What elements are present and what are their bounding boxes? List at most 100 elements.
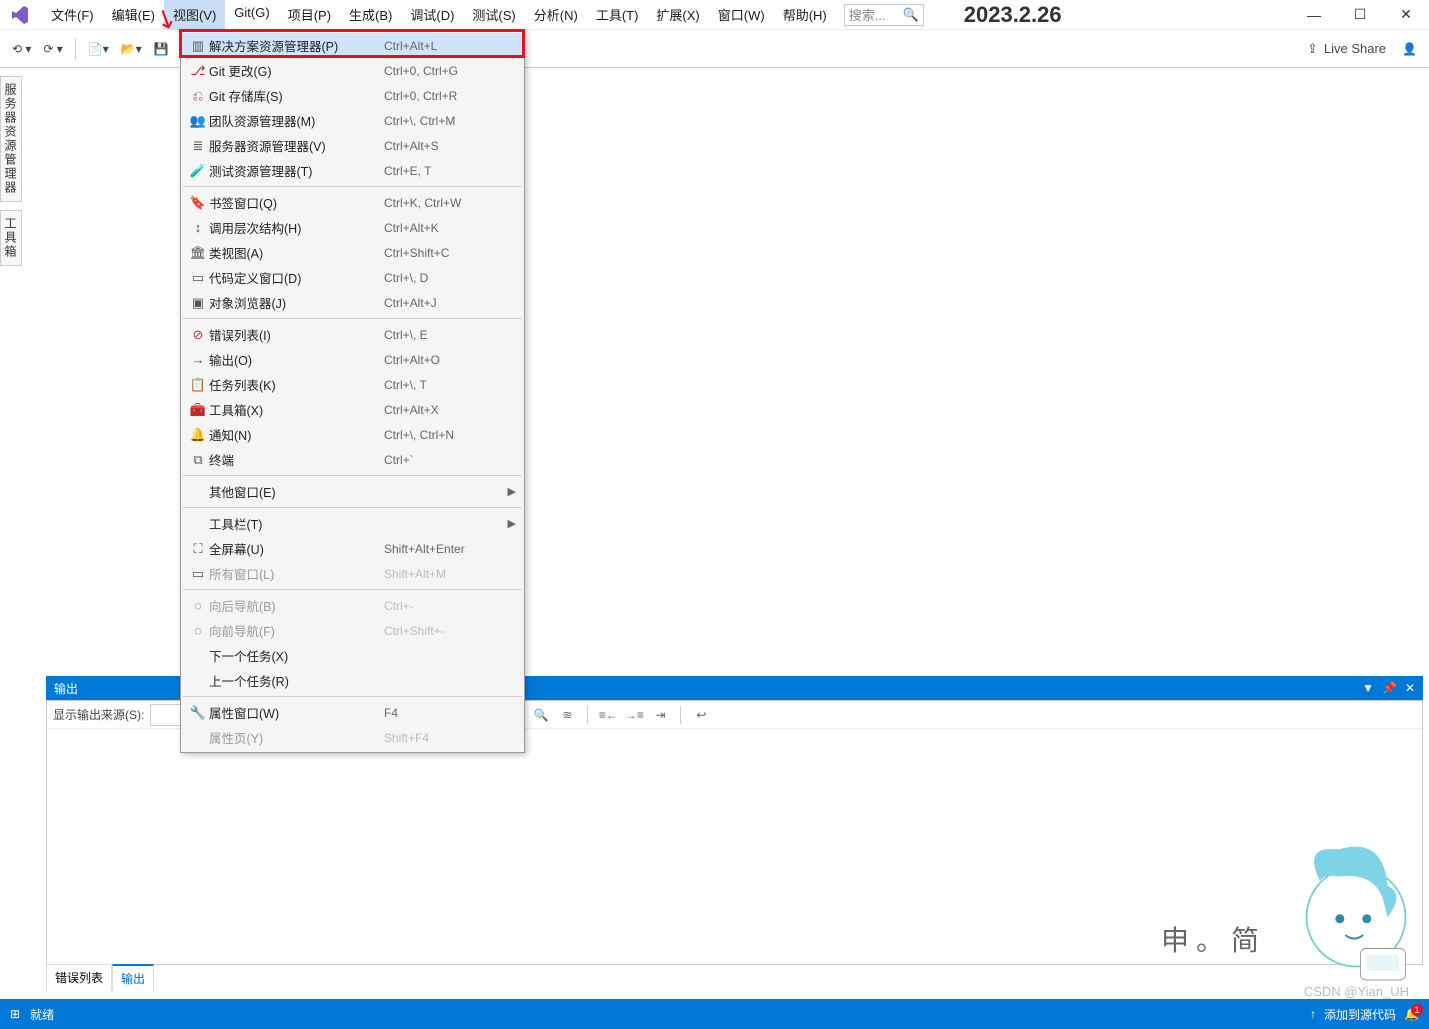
view-menu-item[interactable]: 上一个任务(R) [181,668,524,693]
notification-count: 1 [1411,1004,1423,1016]
pin-icon[interactable]: 📌 [1382,681,1397,695]
minimize-button[interactable]: — [1291,0,1337,30]
chevron-down-icon[interactable]: ▼ [1362,681,1374,695]
view-menu-item[interactable]: ↕调用层次结构(H)Ctrl+Alt+K [181,215,524,240]
view-menu-item[interactable]: 其他窗口(E)▶ [181,479,524,504]
menu-item-shortcut: Ctrl+E, T [384,164,514,178]
user-button[interactable]: 👤 [1398,39,1421,59]
menu-item-label: 任务列表(K) [209,375,384,394]
menu-item-shortcut: F4 [384,706,514,720]
menu-analyze[interactable]: 分析(N) [525,0,587,30]
view-menu-item: ◌向前导航(F)Ctrl+Shift+- [181,618,524,643]
menu-file[interactable]: 文件(F) [42,0,103,30]
menu-item-shortcut: Shift+F4 [384,731,514,745]
menu-item-shortcut: Ctrl+Alt+S [384,139,514,153]
menu-item-label: 全屏幕(U) [209,539,384,558]
menu-separator [183,318,522,319]
output-source-label: 显示输出来源(S): [53,706,144,723]
indent-icon[interactable]: ⇥ [650,705,670,725]
search-input[interactable]: 搜索... 🔍 [844,4,924,26]
statusbar: ⊞ 就绪 ↑ 添加到源代码 🔔 1 [0,999,1429,1029]
menu-view[interactable]: 视图(V) [164,0,225,30]
open-button[interactable]: 📂▾ [117,39,146,59]
menu-item-icon: ⊘ [187,327,209,343]
server-explorer-tab[interactable]: 服务器资源管理器 [0,76,22,202]
menu-item-shortcut: Ctrl+Alt+K [384,221,514,235]
view-menu-item[interactable]: ▣对象浏览器(J)Ctrl+Alt+J [181,290,524,315]
menu-window[interactable]: 窗口(W) [709,0,774,30]
menu-item-label: 终端 [209,450,384,469]
view-menu-item[interactable]: 📋任务列表(K)Ctrl+\, T [181,372,524,397]
view-menu-item[interactable]: 🧪测试资源管理器(T)Ctrl+E, T [181,158,524,183]
view-menu-item[interactable]: 👥团队资源管理器(M)Ctrl+\, Ctrl+M [181,108,524,133]
bottom-tabs: 错误列表 输出 [46,964,154,991]
menu-test[interactable]: 测试(S) [463,0,524,30]
close-icon[interactable]: ✕ [1405,681,1415,695]
menu-extensions[interactable]: 扩展(X) [647,0,708,30]
view-menu-item[interactable]: →输出(O)Ctrl+Alt+O [181,347,524,372]
search-icon: 🔍 [903,7,919,23]
close-button[interactable]: ✕ [1383,0,1429,30]
maximize-button[interactable]: ☐ [1337,0,1383,30]
menu-item-icon: 🔔 [187,427,209,443]
clear-icon[interactable]: ≋ [557,705,577,725]
menu-build[interactable]: 生成(B) [340,0,401,30]
menu-project[interactable]: 项目(P) [279,0,340,30]
tab-error-list[interactable]: 错误列表 [46,964,112,991]
menu-item-label: 下一个任务(X) [209,646,384,665]
view-menu-item[interactable]: ▥解决方案资源管理器(P)Ctrl+Alt+L [181,33,524,58]
menu-item-label: 工具箱(X) [209,400,384,419]
save-button[interactable]: 💾 [150,39,173,59]
window-controls: — ☐ ✕ [1291,0,1429,30]
view-menu-item[interactable]: ⊘错误列表(I)Ctrl+\, E [181,322,524,347]
menu-item-icon: ⎌ [187,88,209,104]
wrap-icon[interactable]: ↩ [691,705,711,725]
menu-item-icon: ≣ [187,138,209,154]
toolbox-tab[interactable]: 工具箱 [0,210,22,266]
view-menu-item[interactable]: 工具栏(T)▶ [181,511,524,536]
menu-item-shortcut: Ctrl+\, T [384,378,514,392]
indent-left-icon[interactable]: ≡← [598,705,618,725]
view-menu-item[interactable]: ⎌Git 存储库(S)Ctrl+0, Ctrl+R [181,83,524,108]
menu-item-shortcut: Ctrl+- [384,599,514,613]
view-menu-item[interactable]: ▭代码定义窗口(D)Ctrl+\, D [181,265,524,290]
indent-right-icon[interactable]: →≡ [624,705,644,725]
view-menu-item[interactable]: 🔧属性窗口(W)F4 [181,700,524,725]
menu-debug[interactable]: 调试(D) [401,0,463,30]
menu-item-shortcut: Ctrl+0, Ctrl+G [384,64,514,78]
menu-item-icon: ⛶ [187,541,209,557]
notifications-button[interactable]: 🔔 1 [1404,1007,1419,1021]
share-icon: ⇪ [1307,41,1318,57]
tab-output[interactable]: 输出 [112,964,154,991]
menu-separator [183,589,522,590]
menu-item-icon: ⎇ [187,63,209,79]
view-menu-item[interactable]: 🔔通知(N)Ctrl+\, Ctrl+N [181,422,524,447]
live-share-button[interactable]: ⇪ Live Share [1307,41,1394,57]
nav-back-button[interactable]: ⟲ ▾ [8,39,35,59]
view-menu-item[interactable]: ≣服务器资源管理器(V)Ctrl+Alt+S [181,133,524,158]
view-menu-item[interactable]: 🏛类视图(A)Ctrl+Shift+C [181,240,524,265]
toolbar-sep [587,706,588,724]
up-arrow-icon: ↑ [1310,1007,1316,1021]
status-vcs[interactable]: 添加到源代码 [1324,1006,1396,1023]
new-item-button[interactable]: 📄▾ [84,39,113,59]
menu-item-icon: 🧪 [187,163,209,179]
menu-item-icon: ⧉ [187,452,209,468]
menu-git[interactable]: Git(G) [225,0,278,30]
view-menu-item[interactable]: 🔖书签窗口(Q)Ctrl+K, Ctrl+W [181,190,524,215]
menu-tools[interactable]: 工具(T) [587,0,648,30]
menubar: 文件(F) 编辑(E) 视图(V) Git(G) 项目(P) 生成(B) 调试(… [0,0,1429,30]
left-tool-tabs: 服务器资源管理器 工具箱 [0,68,22,266]
view-menu-item[interactable]: ⎇Git 更改(G)Ctrl+0, Ctrl+G [181,58,524,83]
view-menu-item[interactable]: 下一个任务(X) [181,643,524,668]
date-label: 2023.2.26 [964,2,1062,28]
menu-help[interactable]: 帮助(H) [774,0,836,30]
find-icon[interactable]: 🔍 [531,705,551,725]
view-menu-item[interactable]: ⛶全屏幕(U)Shift+Alt+Enter [181,536,524,561]
menu-item-icon: ▥ [187,38,209,54]
view-menu-item[interactable]: ⧉终端Ctrl+` [181,447,524,472]
view-menu-item[interactable]: 🧰工具箱(X)Ctrl+Alt+X [181,397,524,422]
menu-item-label: 测试资源管理器(T) [209,161,384,180]
nav-fwd-button[interactable]: ⟳ ▾ [39,39,66,59]
menu-edit[interactable]: 编辑(E) [103,0,164,30]
